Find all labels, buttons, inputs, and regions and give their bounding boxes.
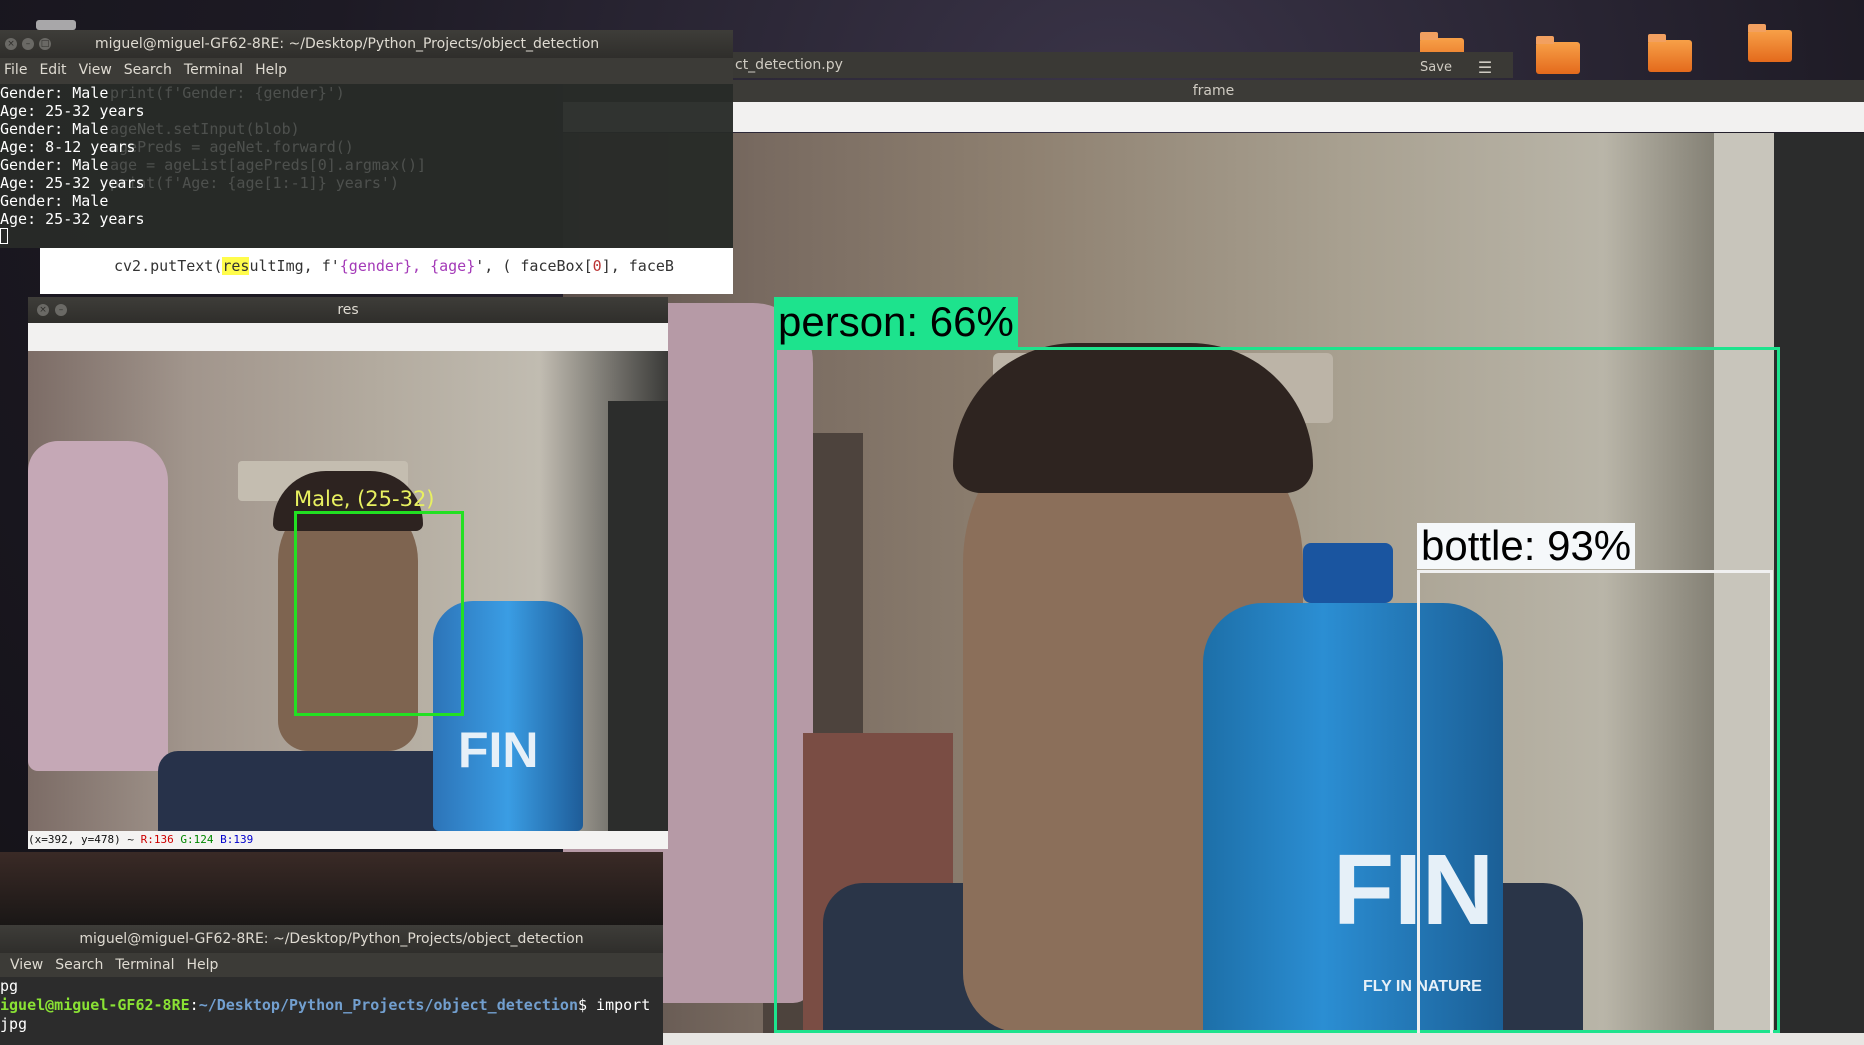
hanging-jacket: [28, 441, 168, 771]
close-icon[interactable]: ×: [37, 304, 49, 316]
terminal-cursor: [0, 228, 8, 244]
trash-icon[interactable]: [36, 20, 76, 30]
frame-video[interactable]: FIN FLY IN NATURE person: 66% bottle: 93…: [563, 133, 1864, 1033]
minimize-icon[interactable]: –: [55, 304, 67, 316]
bottle-detection-label: bottle: 93%: [1417, 523, 1636, 569]
terminal-output[interactable]: print(f'Gender: {gender}') ageNet.setInp…: [0, 84, 733, 248]
frame-window: frame FIN FLY IN NATURE person: 66% bott…: [563, 0, 1864, 1045]
frame-titlebar[interactable]: frame: [563, 80, 1864, 102]
terminal-line: jpg: [0, 1015, 28, 1033]
res-image[interactable]: FIN Male, (25-32): [28, 351, 668, 831]
minimize-icon[interactable]: –: [22, 38, 34, 50]
code-number: 0: [592, 257, 602, 275]
pixel-b: B:139: [220, 833, 254, 846]
maximize-icon[interactable]: □: [39, 38, 51, 50]
menu-help[interactable]: Help: [251, 58, 295, 84]
close-icon[interactable]: ×: [5, 38, 17, 50]
terminal-output[interactable]: pg iguel@miguel-GF62-8RE:~/Desktop/Python…: [0, 977, 663, 1045]
res-toolbar: [28, 323, 668, 351]
person-detection-label: person: 66%: [774, 297, 1018, 347]
desktop-background: [0, 852, 663, 925]
code-string: {gender}, {age}: [339, 257, 476, 275]
face-detection-label: Male, (25-32): [294, 487, 435, 511]
prompt-user: iguel@miguel-GF62-8RE: [0, 996, 190, 1014]
terminal-menubar: View Search Terminal Help: [0, 953, 663, 977]
pixel-r: R:136: [140, 833, 174, 846]
code-token: ultImg, f': [249, 257, 340, 275]
prompt-path: ~/Desktop/Python_Projects/object_detecti…: [198, 996, 578, 1014]
terminal-line: Age: 25-32 years: [0, 174, 145, 192]
prompt-separator: :: [189, 996, 199, 1014]
frame-toolbar: [563, 102, 1864, 132]
terminal-line: Gender: Male: [0, 84, 109, 102]
menu-terminal[interactable]: Terminal: [180, 58, 251, 84]
menu-edit[interactable]: Edit: [35, 58, 74, 84]
face-detection-box: [294, 511, 464, 716]
terminal-menubar: File Edit View Search Terminal Help: [0, 58, 733, 84]
bottle-brand: FIN: [458, 722, 539, 778]
window-blinds: [1774, 133, 1864, 1033]
terminal-line: Gender: Male: [0, 120, 109, 138]
frame-statusbar: [563, 1033, 1864, 1045]
terminal-line: Gender: Male: [0, 192, 109, 210]
menu-terminal[interactable]: Terminal: [111, 953, 182, 977]
res-statusbar: (x=392, y=478) ~ R:136 G:124 B:139: [28, 831, 668, 849]
terminal-line: Age: 25-32 years: [0, 210, 145, 228]
window-blinds: [608, 401, 668, 831]
terminal-window-bottom: miguel@miguel-GF62-8RE: ~/Desktop/Python…: [0, 925, 663, 1045]
terminal-line: pg: [0, 977, 19, 995]
res-window: × – res FIN Male, (25-32) (x=392, y=478)…: [28, 297, 668, 852]
search-highlight: res: [222, 257, 250, 275]
res-titlebar[interactable]: × – res: [28, 297, 668, 323]
prompt-command: $ import: [577, 996, 651, 1014]
terminal-line: Gender: Male: [0, 156, 109, 174]
terminal-line: Age: 8-12 years: [0, 138, 136, 156]
terminal-title: miguel@miguel-GF62-8RE: ~/Desktop/Python…: [95, 36, 600, 52]
pixel-g: G:124: [180, 833, 214, 846]
terminal-line: Age: 25-32 years: [0, 102, 145, 120]
frame-title: frame: [1192, 83, 1235, 99]
code-token: ', ( faceBox[: [475, 257, 593, 275]
menu-file[interactable]: File: [0, 58, 35, 84]
menu-help[interactable]: Help: [183, 953, 227, 977]
terminal-window-top: × – □ miguel@miguel-GF62-8RE: ~/Desktop/…: [0, 30, 733, 248]
menu-search[interactable]: Search: [120, 58, 180, 84]
terminal-prompt-line: iguel@miguel-GF62-8RE:~/Desktop/Python_P…: [0, 996, 663, 1015]
terminal-titlebar[interactable]: miguel@miguel-GF62-8RE: ~/Desktop/Python…: [0, 925, 663, 953]
cursor-coords: (x=392, y=478) ~: [28, 833, 141, 846]
code-token: ], faceB: [601, 257, 674, 275]
res-title: res: [337, 302, 359, 318]
terminal-title: miguel@miguel-GF62-8RE: ~/Desktop/Python…: [79, 931, 584, 947]
terminal-titlebar[interactable]: × – □ miguel@miguel-GF62-8RE: ~/Desktop/…: [0, 30, 733, 58]
menu-view[interactable]: View: [75, 58, 120, 84]
menu-view[interactable]: View: [6, 953, 51, 977]
code-token: cv2.putText(: [114, 257, 223, 275]
menu-search[interactable]: Search: [51, 953, 111, 977]
bottle-detection-box: [1417, 570, 1773, 1033]
code-editor-line[interactable]: cv2.putText(resultImg, f'{gender}, {age}…: [40, 248, 733, 294]
